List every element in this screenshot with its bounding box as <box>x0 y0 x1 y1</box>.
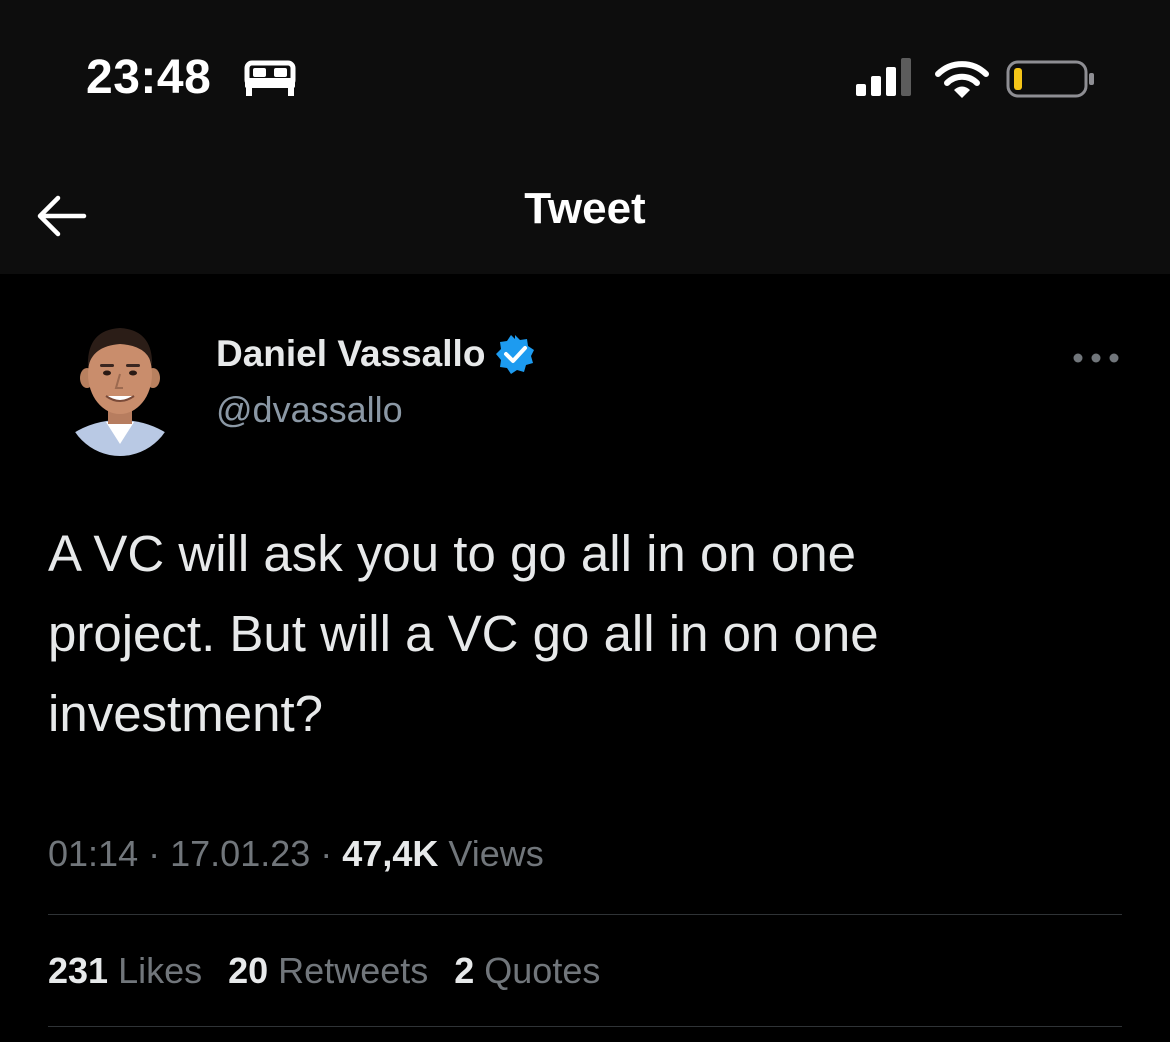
retweets-stat[interactable]: 20 Retweets <box>228 946 428 996</box>
likes-stat[interactable]: 231 Likes <box>48 946 202 996</box>
engagement-stats: 231 Likes 20 Retweets 2 Quotes <box>48 946 600 996</box>
author-name[interactable]: Daniel Vassallo <box>216 330 535 378</box>
wifi-icon <box>935 61 989 98</box>
quotes-label: Quotes <box>484 950 601 991</box>
tweet-time: 01:14 <box>48 833 139 874</box>
cellular-signal-icon <box>856 58 911 96</box>
retweets-count: 20 <box>228 950 269 991</box>
divider <box>48 1026 1122 1027</box>
battery-low-icon <box>1006 60 1094 98</box>
tweet-metadata: 01:14 · 17.01.23 · 47,4K Views <box>48 830 544 878</box>
avatar[interactable] <box>66 316 174 456</box>
status-bar: 23:48 <box>0 0 1170 170</box>
retweets-label: Retweets <box>278 950 429 991</box>
meta-separator: · <box>148 833 161 874</box>
likes-count: 231 <box>48 950 109 991</box>
author-handle[interactable]: @dvassallo <box>216 386 403 434</box>
quotes-stat[interactable]: 2 Quotes <box>454 946 600 996</box>
divider <box>48 914 1122 915</box>
views-count[interactable]: 47,4K <box>342 833 438 874</box>
author-name-text: Daniel Vassallo <box>216 333 486 374</box>
views-label: Views <box>448 833 544 874</box>
quotes-count: 2 <box>454 950 475 991</box>
meta-separator: · <box>320 833 333 874</box>
tweet-text: A VC will ask you to go all in on one pr… <box>48 525 879 742</box>
more-horizontal-icon[interactable] <box>1070 344 1122 372</box>
page-title: Tweet <box>524 184 646 233</box>
bed-icon <box>244 60 296 96</box>
verified-badge-icon <box>496 335 535 374</box>
status-time: 23:48 <box>86 51 212 104</box>
likes-label: Likes <box>118 950 203 991</box>
tweet-header: Tweet <box>0 170 1170 274</box>
tweet-date: 17.01.23 <box>170 833 311 874</box>
